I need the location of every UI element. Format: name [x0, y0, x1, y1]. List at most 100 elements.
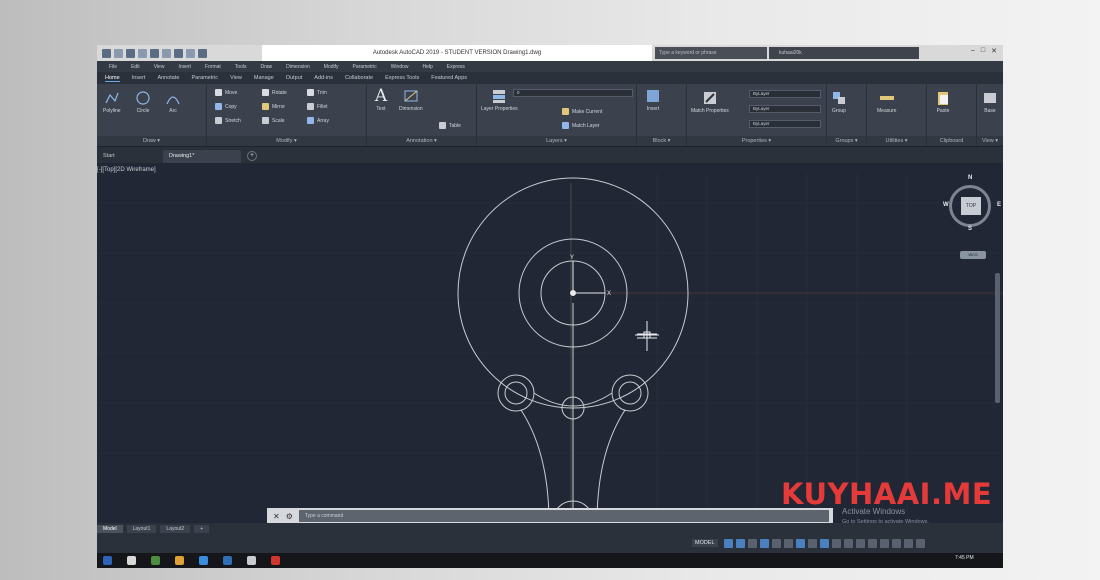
viewcube[interactable]: N S W E TOP	[939, 175, 1001, 237]
plot-icon[interactable]	[162, 48, 171, 58]
store-icon[interactable]	[199, 556, 208, 565]
stretch-tool[interactable]: Stretch	[215, 117, 241, 124]
menu-parametric[interactable]: Parametric	[353, 64, 377, 70]
viewcube-top-face[interactable]: TOP	[961, 197, 981, 215]
tab-view[interactable]: View	[230, 75, 242, 81]
block-panel-title[interactable]: Block ▾	[637, 136, 686, 146]
modify-panel-title[interactable]: Modify ▾	[207, 136, 366, 146]
new-tab-button[interactable]: +	[247, 151, 257, 161]
mirror-tool[interactable]: Mirror	[262, 103, 285, 110]
snap-toggle-icon[interactable]	[736, 539, 745, 548]
annotation-scale-icon[interactable]	[820, 539, 829, 548]
polyline-tool[interactable]: Polyline	[103, 90, 121, 114]
add-layout-button[interactable]: +	[194, 525, 210, 533]
copy-tool[interactable]: Copy	[215, 103, 237, 110]
clipboard-panel-title[interactable]: Clipboard	[927, 136, 976, 146]
object-snap-tracking-icon[interactable]	[784, 539, 793, 548]
tab-annotate[interactable]: Annotate	[157, 75, 179, 81]
clean-screen-icon[interactable]	[904, 539, 913, 548]
command-input[interactable]: Type a command	[298, 510, 829, 522]
tab-featured-apps[interactable]: Featured Apps	[431, 75, 467, 81]
insert-tool[interactable]: Insert	[645, 88, 661, 112]
tab-drawing1[interactable]: Drawing1*	[163, 150, 241, 163]
scale-tool[interactable]: Scale	[262, 117, 285, 124]
app-menu-icon[interactable]	[102, 48, 111, 58]
tab-model[interactable]: Model	[97, 525, 123, 533]
rotate-tool[interactable]: Rotate	[262, 89, 287, 96]
viewcube-east[interactable]: E	[997, 202, 1001, 208]
viewcube-west[interactable]: W	[943, 202, 949, 208]
tab-layout1[interactable]: Layout1	[126, 525, 157, 533]
properties-panel-title[interactable]: Properties ▾	[687, 136, 826, 146]
tab-parametric[interactable]: Parametric	[191, 75, 218, 81]
share-icon[interactable]	[198, 48, 207, 58]
wcs-menu[interactable]: WCS	[960, 251, 986, 259]
groups-panel-title[interactable]: Groups ▾	[827, 136, 866, 146]
isodraft-toggle-icon[interactable]	[772, 539, 781, 548]
tab-collaborate[interactable]: Collaborate	[345, 75, 373, 81]
paste-tool[interactable]: Paste	[935, 90, 951, 114]
search-input[interactable]: Type a keyword or phrase	[655, 47, 767, 59]
viewcube-north[interactable]: N	[968, 175, 972, 181]
object-snap-icon[interactable]	[796, 539, 805, 548]
annotation-monitor-icon[interactable]	[844, 539, 853, 548]
menu-dimension[interactable]: Dimension	[286, 64, 310, 70]
menu-express[interactable]: Express	[447, 64, 465, 70]
drawing-canvas[interactable]: Y X	[97, 163, 1003, 523]
move-tool[interactable]: Move	[215, 89, 237, 96]
wrench-icon[interactable]: ⚙	[286, 512, 293, 521]
measure-tool[interactable]: Measure	[877, 90, 896, 114]
tab-home[interactable]: Home	[105, 75, 120, 82]
open-file-icon[interactable]	[126, 48, 135, 58]
maximize-button[interactable]: □	[981, 47, 985, 55]
trim-tool[interactable]: Trim	[307, 89, 327, 96]
ortho-toggle-icon[interactable]	[748, 539, 757, 548]
autocad-taskbar-icon[interactable]	[271, 556, 280, 565]
redo-icon[interactable]	[186, 48, 195, 58]
menu-draw[interactable]: Draw	[260, 64, 272, 70]
grid-toggle-icon[interactable]	[724, 539, 733, 548]
table-tool[interactable]: Table	[439, 122, 461, 129]
lineweight-toggle-icon[interactable]	[808, 539, 817, 548]
tab-insert[interactable]: Insert	[132, 75, 146, 81]
view-panel-title[interactable]: View ▾	[977, 136, 1003, 146]
quick-properties-icon[interactable]	[868, 539, 877, 548]
tab-start[interactable]: Start	[97, 150, 121, 163]
lineweight-dropdown[interactable]: ByLayer	[749, 120, 821, 128]
make-current-tool[interactable]: Make Current	[562, 108, 602, 115]
fillet-tool[interactable]: Fillet	[307, 103, 328, 110]
annotation-panel-title[interactable]: Annotation ▾	[367, 136, 476, 146]
menu-modify[interactable]: Modify	[324, 64, 339, 70]
app-icon[interactable]	[247, 556, 256, 565]
units-icon[interactable]	[856, 539, 865, 548]
user-account[interactable]: kuhaai20k	[769, 47, 919, 59]
minimize-button[interactable]: –	[971, 47, 975, 55]
vertical-scrollbar[interactable]	[995, 273, 1000, 403]
start-icon[interactable]	[103, 556, 112, 565]
menu-edit[interactable]: Edit	[131, 64, 140, 70]
tab-output[interactable]: Output	[286, 75, 303, 81]
model-space-button[interactable]: MODEL	[692, 539, 718, 547]
viewport-controls[interactable]: [-][Top][2D Wireframe]	[97, 167, 156, 173]
new-file-icon[interactable]	[114, 48, 123, 58]
match-layer-tool[interactable]: Match Layer	[562, 122, 600, 129]
color-dropdown[interactable]: ByLayer	[749, 90, 821, 98]
draw-panel-title[interactable]: Draw ▾	[97, 136, 206, 146]
base-tool[interactable]: Base	[982, 90, 998, 114]
menu-window[interactable]: Window	[391, 64, 409, 70]
file-explorer-icon[interactable]	[175, 556, 184, 565]
right-arm-curve[interactable]	[596, 409, 626, 523]
match-properties-tool[interactable]: Match Properties	[691, 90, 729, 114]
save-icon[interactable]	[138, 48, 147, 58]
chrome-icon[interactable]	[151, 556, 160, 565]
isolate-objects-icon[interactable]	[880, 539, 889, 548]
circle-tool[interactable]: Circle	[135, 90, 151, 114]
tab-layout2[interactable]: Layout2	[160, 525, 191, 533]
utilities-panel-title[interactable]: Utilities ▾	[867, 136, 926, 146]
mail-icon[interactable]	[223, 556, 232, 565]
close-button[interactable]: ✕	[991, 47, 997, 55]
layers-panel-title[interactable]: Layers ▾	[477, 136, 636, 146]
linetype-dropdown[interactable]: ByLayer	[749, 105, 821, 113]
drawing-viewport[interactable]: Y X [-][Top][2D Wireframe] N S W E TOP W…	[97, 163, 1003, 523]
array-tool[interactable]: Array	[307, 117, 329, 124]
